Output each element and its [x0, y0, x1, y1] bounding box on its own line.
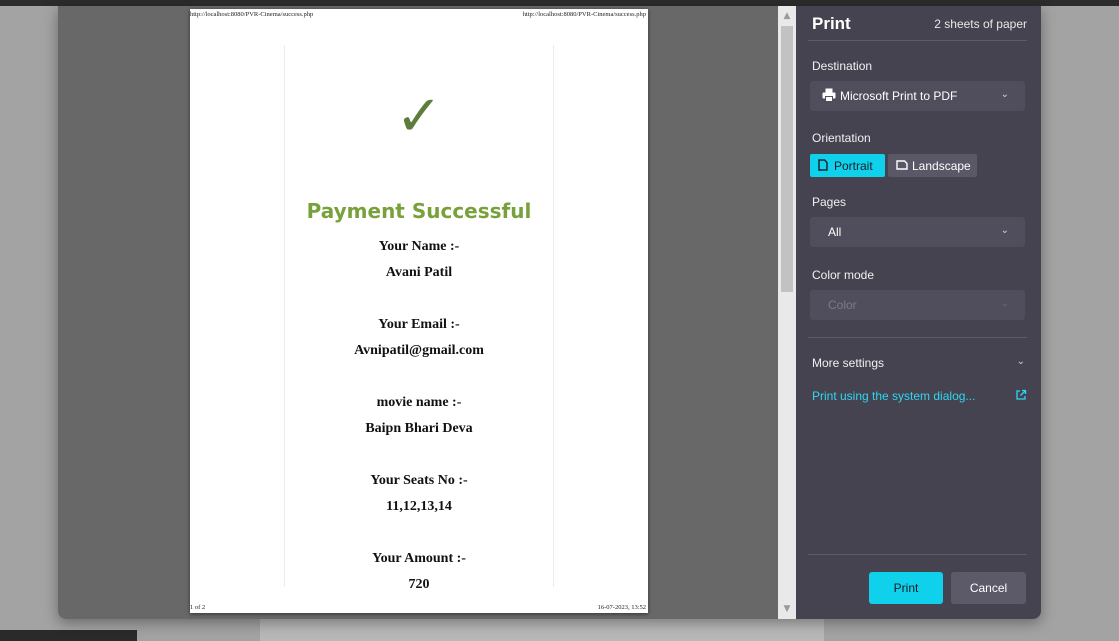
payment-title: Payment Successful: [306, 199, 532, 223]
system-dialog-link[interactable]: Print using the system dialog...: [812, 389, 975, 403]
portrait-button[interactable]: Portrait: [810, 154, 885, 177]
footer-divider: [808, 554, 1027, 555]
print-title: Print: [812, 14, 851, 33]
name-label: Your Name :-: [378, 239, 460, 254]
sheet-header-url-left: http://localhost:8080/PVR-Cinema/success…: [190, 11, 314, 18]
print-button[interactable]: Print: [869, 572, 943, 604]
checkmark-icon: ✓: [395, 84, 443, 149]
landscape-button[interactable]: Landscape: [888, 154, 977, 177]
scroll-up-arrow-icon[interactable]: ▲: [778, 6, 796, 26]
pages-label: Pages: [812, 195, 847, 209]
printer-icon: [822, 88, 836, 102]
print-dialog: http://localhost:8080/PVR-Cinema/success…: [58, 6, 1041, 619]
pages-select[interactable]: All ⌄: [810, 217, 1025, 247]
landscape-icon: [896, 160, 908, 170]
background-dark-tab: [0, 630, 137, 641]
sheet-page-count: 1 of 2: [190, 604, 206, 611]
background-page-strip: [260, 618, 824, 641]
color-mode-value: Color: [828, 298, 857, 312]
movie-value: Baipn Bhari Deva: [365, 421, 473, 436]
cancel-button[interactable]: Cancel: [951, 572, 1026, 604]
settings-divider: [808, 337, 1027, 338]
external-link-icon[interactable]: [1015, 389, 1027, 401]
sheet-header-url-right: http://localhost:8080/PVR-Cinema/success…: [522, 11, 646, 18]
email-value: Avnipatil@gmail.com: [354, 343, 484, 358]
header-divider: [808, 40, 1027, 41]
chevron-down-icon: ⌄: [1000, 89, 1009, 100]
pages-value: All: [828, 225, 842, 239]
seats-value: 11,12,13,14: [386, 499, 452, 514]
chevron-down-icon[interactable]: ⌄: [1017, 356, 1025, 367]
preview-scrollbar-thumb[interactable]: [781, 26, 793, 292]
sheet-count: 2 sheets of paper: [934, 17, 1027, 31]
color-mode-label: Color mode: [812, 268, 875, 282]
portrait-label: Portrait: [834, 159, 873, 173]
sheet-date: 16-07-2023, 13:52: [597, 604, 646, 611]
chevron-down-icon: ⌄: [1000, 225, 1009, 236]
name-value: Avani Patil: [385, 265, 453, 280]
print-preview-area: http://localhost:8080/PVR-Cinema/success…: [58, 6, 780, 619]
scroll-down-arrow-icon[interactable]: ▼: [778, 599, 796, 619]
chevron-down-icon: ⌄: [1000, 298, 1009, 309]
destination-label: Destination: [812, 59, 873, 73]
landscape-label: Landscape: [912, 159, 971, 173]
seats-label: Your Seats No :-: [370, 473, 468, 488]
email-label: Your Email :-: [378, 317, 460, 332]
print-settings-panel: Print 2 sheets of paper Destination Micr…: [796, 6, 1041, 619]
receipt-content: ✓ Payment Successful Your Name :- Avani …: [284, 45, 554, 592]
portrait-icon: [818, 159, 828, 171]
orientation-label: Orientation: [812, 131, 871, 145]
movie-label: movie name :-: [376, 395, 462, 410]
preview-sheet: http://localhost:8080/PVR-Cinema/success…: [190, 9, 648, 613]
destination-select[interactable]: Microsoft Print to PDF ⌄: [810, 81, 1025, 111]
destination-value: Microsoft Print to PDF: [840, 89, 958, 103]
more-settings-toggle[interactable]: More settings: [812, 356, 884, 370]
amount-value: 720: [408, 577, 430, 592]
amount-label: Your Amount :-: [372, 551, 466, 566]
color-mode-select: Color ⌄: [810, 290, 1025, 320]
